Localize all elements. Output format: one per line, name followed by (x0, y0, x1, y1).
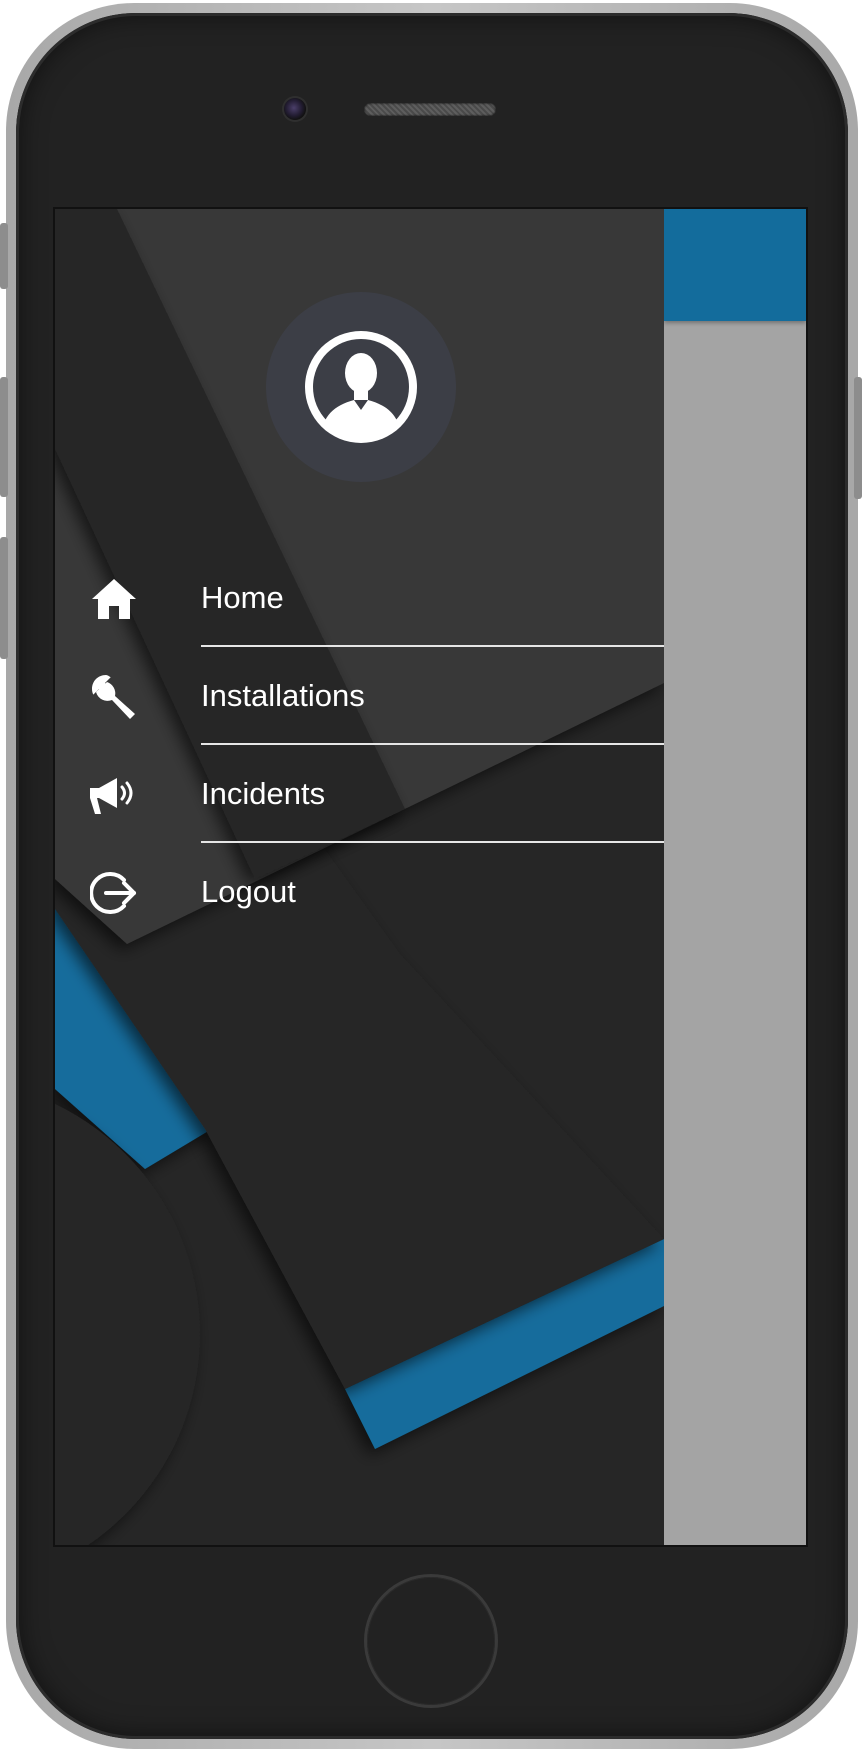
wrench-icon (89, 672, 139, 722)
earpiece-speaker (364, 103, 496, 116)
menu-item-label: Logout (201, 874, 296, 909)
mute-switch (0, 223, 8, 289)
front-camera (284, 98, 306, 120)
logout-icon (89, 868, 139, 918)
content-scrim[interactable] (664, 209, 806, 1545)
menu-item-label: Home (201, 580, 284, 615)
menu-item-label: Incidents (201, 776, 326, 811)
user-account-circle-icon (305, 331, 417, 443)
avatar[interactable] (266, 292, 456, 482)
menu-item-home[interactable]: Home (55, 549, 664, 647)
volume-down-button (0, 537, 8, 659)
volume-up-button (0, 377, 8, 497)
drawer-menu: Home Installations Incidents Logout (55, 549, 664, 941)
home-button[interactable] (367, 1577, 495, 1705)
megaphone-icon (89, 770, 139, 820)
navigation-drawer: Home Installations Incidents Logout (55, 209, 664, 1545)
home-icon (89, 574, 139, 624)
power-button (854, 377, 862, 499)
app-screen: Home Installations Incidents Logout (55, 209, 806, 1545)
menu-item-logout[interactable]: Logout (55, 843, 664, 941)
menu-item-incidents[interactable]: Incidents (55, 745, 664, 843)
app-bar (664, 209, 806, 321)
menu-item-installations[interactable]: Installations (55, 647, 664, 745)
menu-item-label: Installations (201, 678, 365, 713)
